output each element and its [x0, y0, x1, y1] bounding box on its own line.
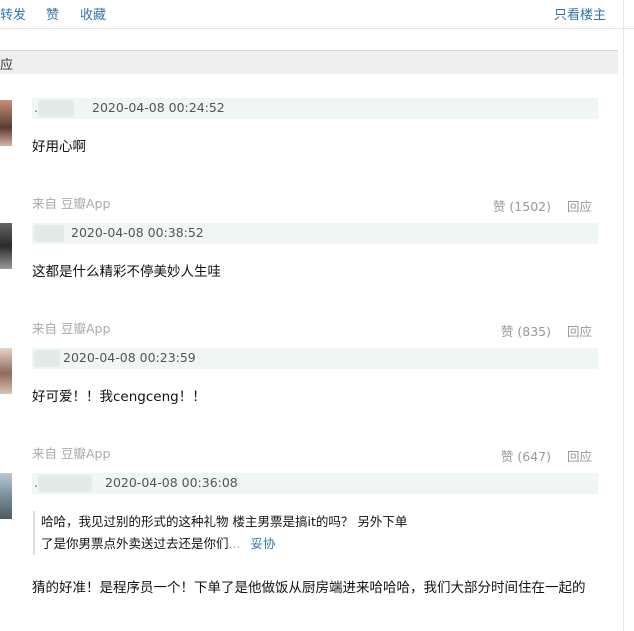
reply-button[interactable]: 回应 — [567, 449, 592, 464]
comment-timestamp: 2020-04-08 00:23:59 — [63, 350, 196, 365]
comment-text: 猜的好准！是程序员一个！下单了是他做饭从厨房端进来哈哈哈，我们大部分时间住在一起… — [32, 580, 586, 596]
repost-link[interactable]: 转发 — [0, 4, 26, 23]
collect-link[interactable]: 收藏 — [80, 4, 106, 23]
quote-author-link[interactable]: 妥协 — [250, 536, 275, 551]
comment-source: 来自 豆瓣App — [32, 446, 111, 461]
comment-meta-bar: . 2020-04-08 00:36:08 — [32, 473, 598, 494]
like-count-button[interactable]: 赞 (835) — [501, 324, 551, 339]
comment-text: 好可爱！！我cengceng！！ — [32, 389, 206, 405]
post-actions-bar: 转发 赞 收藏 只看楼主 — [0, 0, 634, 29]
replies-section-header: 回应 — [0, 50, 618, 74]
quote-line: 哈哈，我见过别的形式的这种礼物 楼主男票是搞it的吗？ 另外下单 — [41, 514, 408, 529]
comment-actions: 赞 (1502) 回应 — [493, 196, 592, 215]
avatar[interactable] — [0, 223, 12, 269]
comment-text: 好用心啊 — [32, 139, 86, 155]
comment-meta-bar: 2020-04-08 00:38:52 — [32, 223, 598, 244]
comment-timestamp: 2020-04-08 00:38:52 — [71, 225, 204, 240]
like-link[interactable]: 赞 — [46, 4, 59, 23]
comment-source: 来自 豆瓣App — [32, 321, 111, 336]
comment-source: 来自 豆瓣App — [32, 196, 111, 211]
avatar[interactable] — [0, 348, 12, 394]
username-blurred[interactable] — [38, 100, 74, 117]
comment-actions: 赞 (835) 回应 — [501, 321, 592, 340]
quote-line: 了是你男票点外卖送过去还是你们... 妥协 — [41, 533, 461, 555]
username-blurred[interactable] — [34, 225, 64, 242]
comment-actions: 赞 (647) 回应 — [501, 446, 592, 465]
comment-meta-bar: . 2020-04-08 00:24:52 — [32, 98, 598, 119]
comment-text: 这都是什么精彩不停美妙人生哇 — [32, 264, 221, 280]
only-op-link[interactable]: 只看楼主 — [554, 4, 606, 23]
quoted-reply: 哈哈，我见过别的形式的这种礼物 楼主男票是搞it的吗？ 另外下单 了是你男票点外… — [33, 511, 461, 555]
reply-button[interactable]: 回应 — [567, 324, 592, 339]
like-count-button[interactable]: 赞 (647) — [501, 449, 551, 464]
reply-button[interactable]: 回应 — [567, 199, 592, 214]
comment-timestamp: 2020-04-08 00:36:08 — [105, 475, 238, 490]
comment-meta-bar: 2020-04-08 00:23:59 — [32, 348, 598, 369]
like-count-button[interactable]: 赞 (1502) — [493, 199, 551, 214]
quote-ellipsis: ... — [228, 536, 241, 551]
avatar[interactable] — [0, 473, 12, 519]
username-blurred[interactable] — [34, 350, 60, 367]
username-blurred[interactable] — [38, 475, 92, 492]
comment-timestamp: 2020-04-08 00:24:52 — [92, 100, 225, 115]
page-divider — [623, 0, 624, 631]
avatar[interactable] — [0, 100, 12, 146]
quote-line-text: 了是你男票点外卖送过去还是你们 — [41, 536, 229, 551]
section-title: 回应 — [0, 58, 14, 73]
